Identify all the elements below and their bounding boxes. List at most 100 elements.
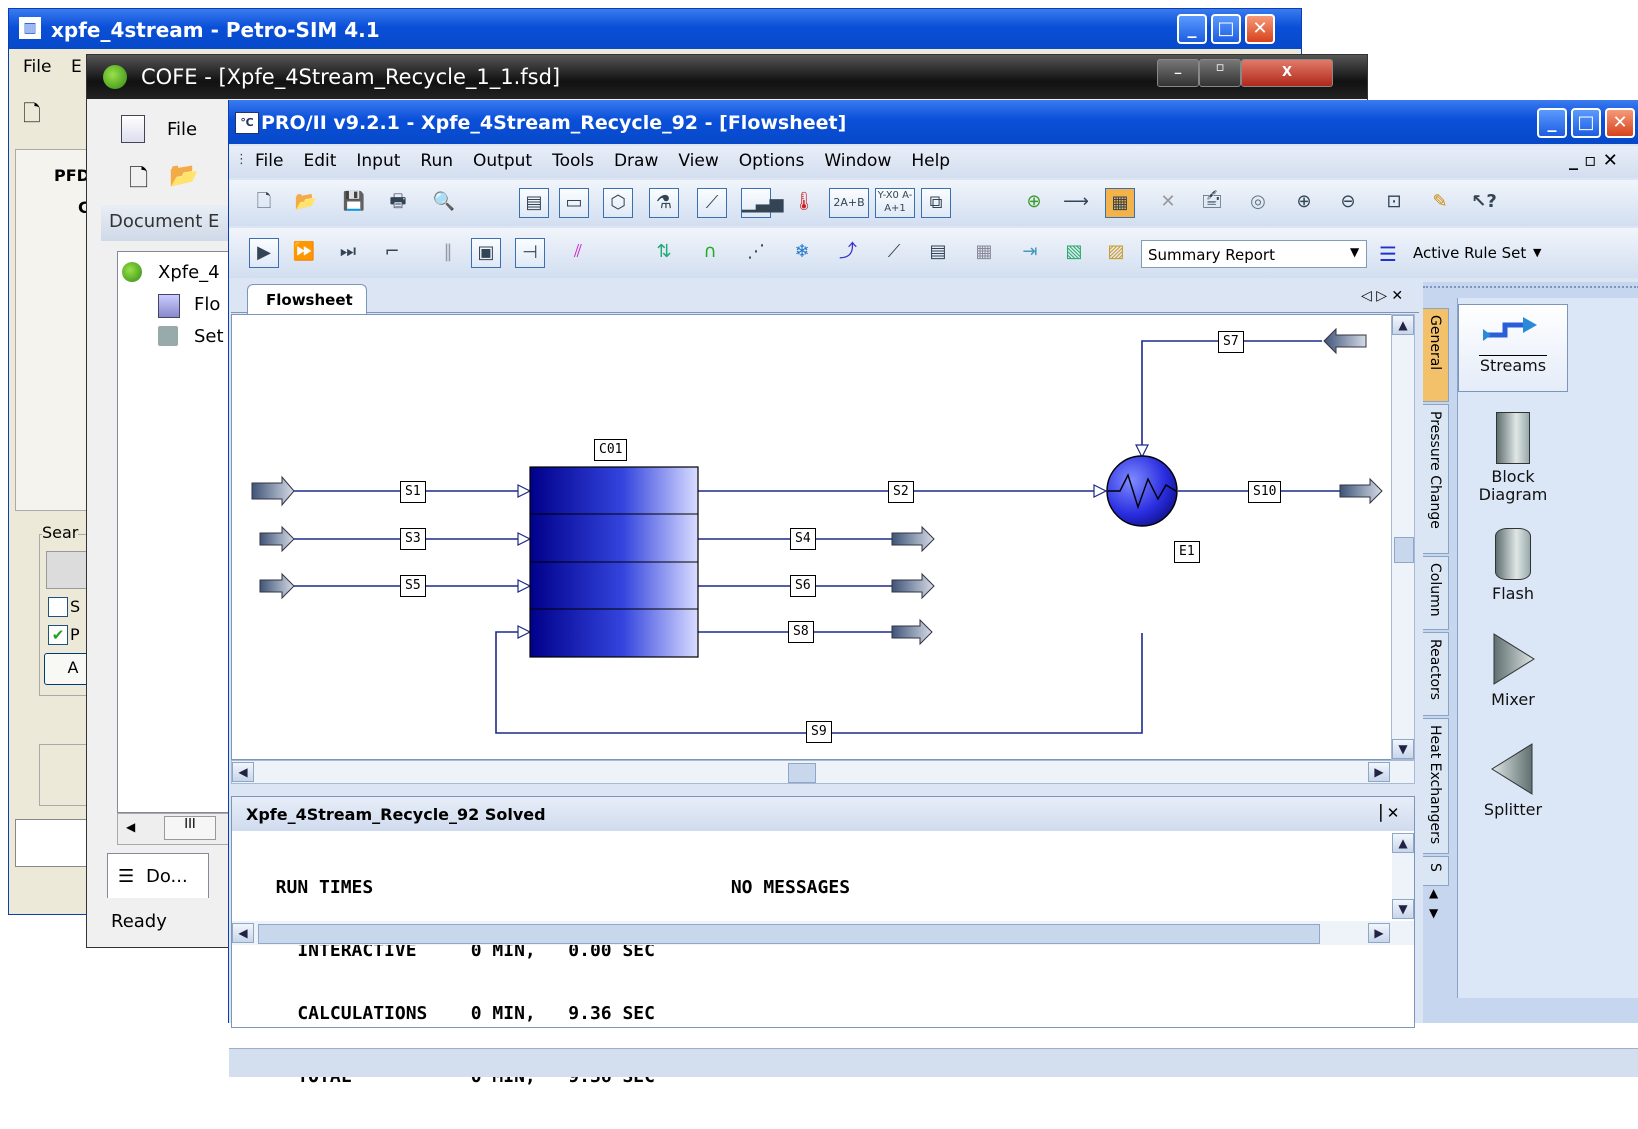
stream-label-s6[interactable]: S6 — [790, 575, 816, 597]
menu-edit[interactable]: Edit — [293, 146, 346, 176]
output-scroll-right[interactable]: ▶ — [1368, 923, 1390, 943]
excel-icon[interactable]: ▧ — [1059, 238, 1089, 268]
window-icon[interactable]: ▣ — [471, 238, 501, 268]
stream-label-s4[interactable]: S4 — [790, 528, 816, 550]
delete-icon[interactable]: ✕ — [1153, 188, 1183, 218]
help-pointer-icon[interactable]: ↖? — [1469, 188, 1499, 218]
tabs-up-icon[interactable]: ▲ — [1429, 886, 1438, 900]
snowflake-icon[interactable]: ❄ — [787, 238, 817, 268]
bar-chart-icon[interactable]: ▁▃▅ — [741, 188, 784, 218]
zoom-in-icon[interactable]: ⊕ — [1289, 188, 1319, 218]
output-pin-close[interactable]: ▕ ✕ — [1370, 804, 1399, 822]
step-icon[interactable]: ⏭ — [333, 238, 363, 268]
stream-label-s3[interactable]: S3 — [400, 528, 426, 550]
menu-run[interactable]: Run — [410, 146, 463, 176]
break-icon[interactable]: ⊣ — [515, 238, 545, 268]
graph-icon[interactable]: ⤴ — [833, 238, 863, 268]
palette-block-diagram[interactable]: Block Diagram — [1458, 404, 1568, 508]
curve-icon[interactable]: ⟋ — [697, 188, 727, 218]
ruler-icon[interactable]: ▭ — [559, 188, 589, 218]
checkbox-2[interactable]: ✔ — [48, 625, 68, 645]
grid-icon[interactable]: ▤ — [519, 188, 549, 218]
reaction-icon[interactable]: 2A+B — [829, 188, 869, 218]
insert-unit-icon[interactable]: ⊕ — [1019, 188, 1049, 218]
cofe-new-icon[interactable]: 🗋 — [129, 161, 148, 202]
print-preview-icon[interactable]: 🔍 — [429, 188, 459, 218]
zoom-fit-icon[interactable]: ⊡ — [1379, 188, 1409, 218]
palette-splitter[interactable]: Splitter — [1458, 738, 1568, 828]
scroll-down-arrow[interactable]: ▼ — [1392, 739, 1414, 759]
petrosim-maximize-button[interactable]: □ — [1211, 14, 1241, 44]
checkbox-1[interactable] — [48, 597, 68, 617]
cofe-maximize-button[interactable]: ▫ — [1199, 59, 1241, 87]
menu-file[interactable]: File — [245, 146, 293, 176]
phase-curve-icon[interactable]: ∩ — [695, 238, 725, 268]
tree-flowsheet-label[interactable]: Flo — [194, 294, 220, 315]
open-icon[interactable]: 📂 — [291, 188, 321, 218]
palette-streams[interactable]: Streams — [1458, 304, 1568, 392]
cofe-menu-file[interactable]: File — [167, 119, 197, 140]
pro2-minimize-button[interactable]: _ — [1537, 108, 1567, 138]
equation-icon[interactable]: Y-X0 A-A+1 — [875, 188, 915, 218]
petrosim-titlebar[interactable]: ▥ xpfe_4stream - Petro-SIM 4.1 _ □ ✕ — [9, 9, 1301, 49]
save-icon[interactable]: 💾 — [339, 188, 369, 218]
palette-flash[interactable]: Flash — [1458, 520, 1568, 610]
cofe-close-button[interactable]: X — [1241, 59, 1333, 87]
tab-general[interactable]: General — [1423, 308, 1449, 402]
scroll-right-arrow[interactable]: ▶ — [1368, 762, 1390, 782]
layout-icon[interactable]: ⧉ — [921, 188, 951, 218]
pro2-maximize-button[interactable]: □ — [1571, 108, 1601, 138]
summary-report-dropdown[interactable]: Summary Report ▼ — [1141, 240, 1367, 268]
flowsheet-canvas[interactable]: C01 E1 S1 S2 S3 S4 S5 S6 S7 S8 S9 S10 — [231, 314, 1399, 760]
petrosim-menu-edit[interactable]: E — [71, 57, 82, 77]
scroll-thumb[interactable]: III — [164, 816, 216, 840]
thermo-icon[interactable]: 🌡 — [789, 188, 819, 218]
report-folder-icon[interactable]: ▨ — [1101, 238, 1131, 268]
cofe-minimize-button[interactable]: _ — [1157, 59, 1199, 87]
fast-forward-icon[interactable]: ⏩ — [289, 238, 319, 268]
menu-tools[interactable]: Tools — [542, 146, 604, 176]
export-icon[interactable]: ⇥ — [1015, 238, 1045, 268]
scroll-v-thumb[interactable] — [1394, 537, 1414, 563]
rule-set-chevron-icon[interactable]: ▼ — [1533, 246, 1541, 259]
shuffle-icon[interactable]: ⇅ — [649, 238, 679, 268]
zoom-100-icon[interactable]: ◎ — [1243, 188, 1273, 218]
menu-input[interactable]: Input — [346, 146, 410, 176]
tree-root-label[interactable]: Xpfe_4 — [158, 262, 220, 283]
tree-settings-label[interactable]: Set — [194, 326, 224, 347]
table-icon[interactable]: ▦ — [969, 238, 999, 268]
output-scroll-thumb[interactable] — [258, 924, 1320, 944]
flask-icon[interactable]: ⚗ — [649, 188, 679, 218]
cofe-tree-scrollbar[interactable]: ◀ III — [117, 813, 229, 845]
component-icon[interactable]: ⬡ — [603, 188, 633, 218]
menu-output[interactable]: Output — [463, 146, 542, 176]
mdi-controls[interactable]: _ ▫ ✕ — [1569, 150, 1618, 171]
stream-label-s9[interactable]: S9 — [806, 721, 832, 743]
run-icon[interactable]: ▶ — [249, 238, 279, 268]
palette-mixer[interactable]: Mixer — [1458, 628, 1568, 718]
line-chart-icon[interactable]: ⟋ — [879, 238, 909, 268]
tab-more[interactable]: S — [1423, 856, 1449, 886]
tabs-down-icon[interactable]: ▼ — [1429, 906, 1438, 920]
stream-label-s7[interactable]: S7 — [1218, 331, 1244, 353]
stream-label-s1[interactable]: S1 — [400, 481, 426, 503]
menu-help[interactable]: Help — [901, 146, 960, 176]
cofe-open-icon[interactable]: 📂 — [169, 161, 199, 189]
output-scroll-up[interactable]: ▲ — [1392, 833, 1414, 853]
tab-heat-exchangers[interactable]: Heat Exchangers — [1423, 718, 1449, 854]
output-scroll-down[interactable]: ▼ — [1392, 899, 1414, 919]
pencil-icon[interactable]: ✎ — [1425, 188, 1455, 218]
petrosim-new-icon[interactable]: 🗋 — [23, 97, 41, 135]
stream-label-s5[interactable]: S5 — [400, 575, 426, 597]
cofe-titlebar[interactable]: COFE - [Xpfe_4Stream_Recycle_1_1.fsd] _ … — [87, 55, 1367, 99]
scroll-h-thumb[interactable] — [788, 763, 816, 783]
scroll-left-arrow[interactable]: ◀ — [232, 762, 254, 782]
unit-label-c01[interactable]: C01 — [594, 439, 628, 461]
cofe-doc-tab[interactable]: ☰ Do... — [107, 853, 209, 898]
pro2-close-button[interactable]: ✕ — [1605, 108, 1635, 138]
active-rule-set-label[interactable]: Active Rule Set — [1413, 244, 1526, 262]
stream-label-s2[interactable]: S2 — [888, 481, 914, 503]
tab-flowsheet[interactable]: Flowsheet — [247, 284, 367, 314]
step-stream-icon[interactable]: ⌐ — [377, 238, 407, 268]
menu-window[interactable]: Window — [814, 146, 901, 176]
